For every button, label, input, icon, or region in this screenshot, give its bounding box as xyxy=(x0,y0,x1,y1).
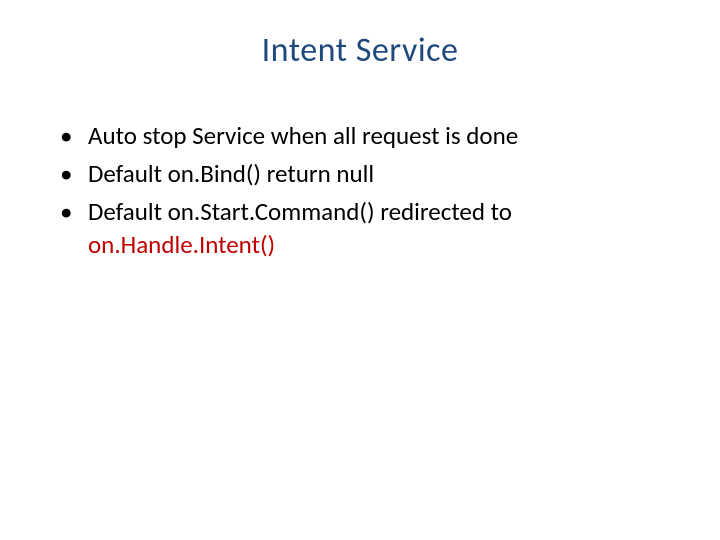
bullet-text-prefix: Default on.Start.Command() redirected to xyxy=(88,196,512,227)
list-item: Default on.Start.Command() redirected to… xyxy=(60,195,680,263)
list-item: Auto stop Service when all request is do… xyxy=(60,119,680,153)
bullet-text: Auto stop Service when all request is do… xyxy=(88,120,518,151)
slide-title: Intent Service xyxy=(40,30,680,71)
bullet-list: Auto stop Service when all request is do… xyxy=(40,119,680,262)
list-item: Default on.Bind() return null xyxy=(60,157,680,191)
bullet-text-highlight: on.Handle.Intent() xyxy=(88,229,275,260)
bullet-text: Default on.Bind() return null xyxy=(88,158,374,189)
